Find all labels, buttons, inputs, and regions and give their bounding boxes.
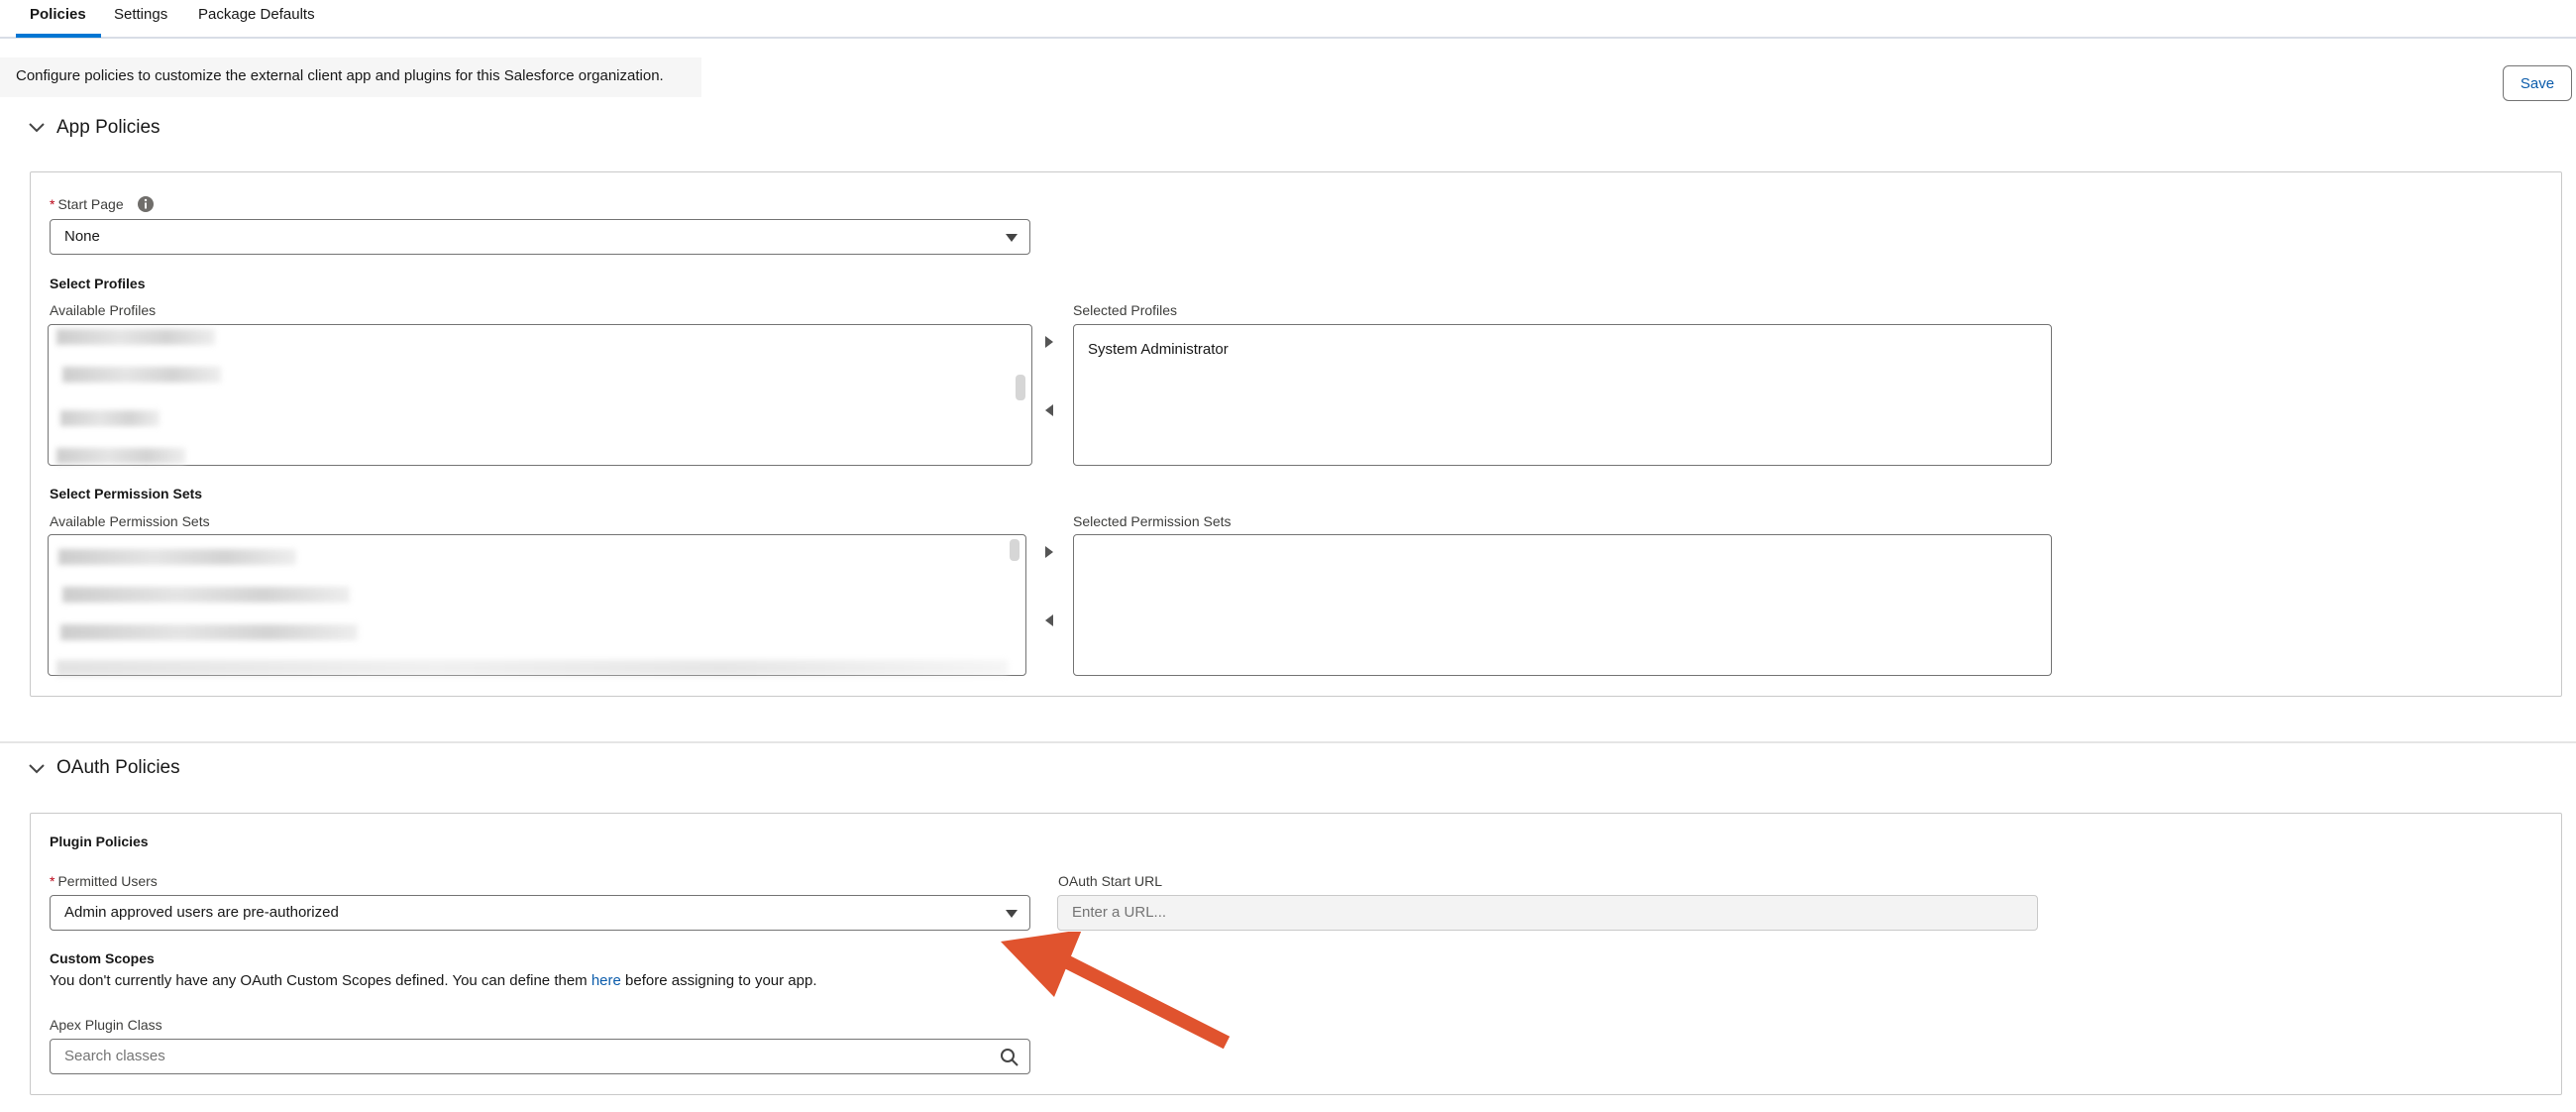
annotation-arrow-icon (1001, 932, 1231, 1050)
section-divider (0, 741, 2576, 743)
move-left-icon[interactable] (1045, 404, 1053, 416)
description-banner: Configure policies to customize the exte… (0, 57, 701, 97)
select-permission-sets-heading: Select Permission Sets (50, 486, 203, 501)
listbox-scrollbar[interactable] (1010, 539, 1020, 561)
blurred-profile-item[interactable] (56, 448, 185, 464)
start-page-select[interactable]: None (50, 219, 1030, 255)
oauth-policies-heading[interactable]: OAuth Policies (56, 757, 180, 779)
dropdown-caret-icon (1006, 234, 1018, 242)
selected-profiles-label: Selected Profiles (1073, 302, 1178, 318)
apex-plugin-class-label: Apex Plugin Class (50, 1017, 162, 1033)
apex-plugin-class-search[interactable]: Search classes (50, 1039, 1030, 1074)
tab-bar: Policies Settings Package Defaults (0, 0, 2576, 39)
available-permission-sets-listbox[interactable] (48, 534, 1026, 676)
active-tab-indicator (16, 34, 101, 38)
info-icon[interactable] (137, 195, 155, 213)
selected-profiles-listbox[interactable]: System Administrator (1073, 324, 2052, 466)
permitted-users-label: * Permitted Users (50, 873, 158, 889)
description-text: Configure policies to customize the exte… (16, 67, 664, 84)
custom-scopes-text: You don't currently have any OAuth Custo… (50, 972, 817, 989)
move-right-icon[interactable] (1045, 336, 1053, 348)
chevron-down-icon[interactable] (28, 119, 46, 137)
oauth-start-url-input[interactable]: Enter a URL... (1057, 895, 2038, 931)
custom-scopes-heading: Custom Scopes (50, 950, 155, 966)
selected-permission-sets-label: Selected Permission Sets (1073, 513, 1232, 529)
blurred-permission-set-item[interactable] (56, 660, 1008, 676)
blurred-profile-item[interactable] (60, 410, 160, 426)
move-left-icon[interactable] (1045, 614, 1053, 626)
permitted-users-select[interactable]: Admin approved users are pre-authorized (50, 895, 1030, 931)
dropdown-caret-icon (1006, 910, 1018, 918)
oauth-start-url-label: OAuth Start URL (1058, 873, 1163, 889)
blurred-permission-set-item[interactable] (60, 624, 358, 640)
move-right-icon[interactable] (1045, 546, 1053, 558)
tab-package-defaults[interactable]: Package Defaults (198, 6, 315, 23)
blurred-permission-set-item[interactable] (62, 587, 350, 603)
selected-profile-item[interactable]: System Administrator (1088, 341, 1229, 358)
blurred-permission-set-item[interactable] (58, 549, 296, 565)
start-page-label: * Start Page (50, 196, 124, 212)
available-permission-sets-label: Available Permission Sets (50, 513, 210, 529)
plugin-policies-heading: Plugin Policies (50, 834, 149, 849)
define-scopes-link[interactable]: here (591, 972, 621, 989)
tab-settings[interactable]: Settings (114, 6, 167, 23)
save-button[interactable]: Save (2503, 65, 2572, 101)
blurred-profile-item[interactable] (56, 329, 215, 345)
available-profiles-listbox[interactable] (48, 324, 1032, 466)
app-policies-heading[interactable]: App Policies (56, 117, 161, 139)
tab-policies[interactable]: Policies (30, 6, 86, 23)
select-profiles-heading: Select Profiles (50, 276, 146, 291)
chevron-down-icon[interactable] (28, 760, 46, 778)
blurred-profile-item[interactable] (62, 367, 221, 383)
listbox-scrollbar[interactable] (1016, 375, 1025, 400)
selected-permission-sets-listbox[interactable] (1073, 534, 2052, 676)
available-profiles-label: Available Profiles (50, 302, 157, 318)
